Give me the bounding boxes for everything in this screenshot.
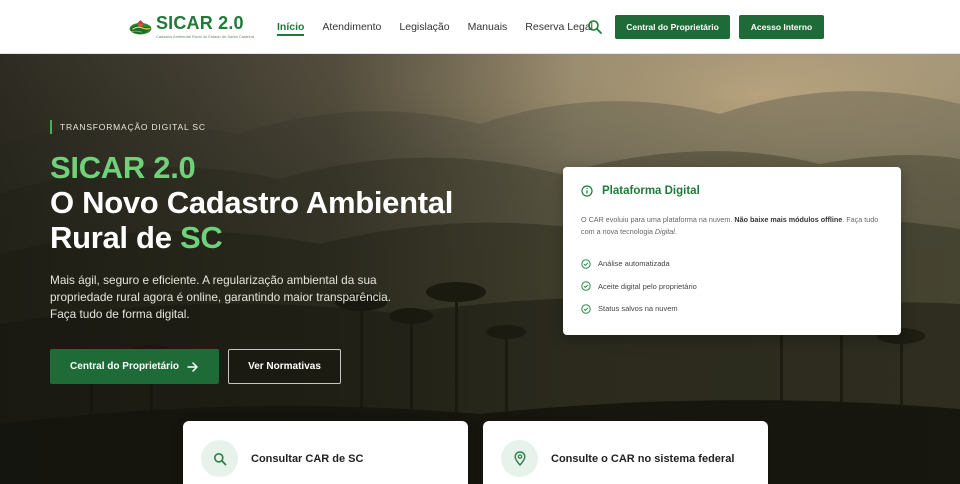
hero-eyebrow: TRANSFORMAÇÃO DIGITAL SC	[50, 120, 206, 134]
list-item: Análise automatizada	[581, 258, 697, 269]
check-circle-icon	[581, 258, 591, 269]
map-pin-icon	[513, 451, 526, 466]
check-circle-icon	[581, 303, 591, 314]
list-item: Aceite digital pelo proprietário	[581, 281, 697, 292]
search-icon	[213, 452, 226, 465]
hero-title-line1: SICAR 2.0	[50, 150, 196, 185]
logo-subtitle: Cadastro Ambiental Rural do Estado de Sa…	[155, 34, 254, 39]
hero-title-line3-accent: SC	[179, 220, 223, 255]
site-header: SICAR 2.0 Cadastro Ambiental Rural do Es…	[0, 0, 960, 54]
plataforma-digital-description: O CAR evoluiu para uma plataforma na nuv…	[581, 215, 879, 236]
check-circle-icon	[581, 281, 591, 291]
hero-cta-primary-label: Central do Proprietário	[70, 361, 179, 372]
consultar-car-federal-card[interactable]: Consulte o CAR no sistema federal	[483, 421, 768, 484]
consultar-car-sc-card[interactable]: Consultar CAR de SC	[183, 421, 468, 484]
hero-section: TRANSFORMAÇÃO DIGITAL SC SICAR 2.0 O Nov…	[0, 54, 960, 484]
main-nav: Início Atendimento Legislação Manuais Re…	[277, 0, 611, 54]
info-icon	[581, 185, 593, 197]
arrow-right-icon	[187, 361, 198, 372]
central-proprietario-button[interactable]: Central do Proprietário	[615, 15, 730, 39]
logo[interactable]: SICAR 2.0 Cadastro Ambiental Rural do Es…	[129, 11, 254, 43]
hero-title: SICAR 2.0 O Novo Cadastro Ambiental Rura…	[50, 150, 520, 255]
acesso-interno-button[interactable]: Acesso Interno	[739, 15, 824, 39]
hero-title-line3-prefix: Rural de	[50, 220, 180, 255]
list-item: Status salvos na nuvem	[581, 303, 697, 314]
consultar-car-sc-label: Consultar CAR de SC	[251, 453, 364, 465]
hero-description: Mais ágil, seguro e eficiente. A regular…	[50, 273, 392, 321]
hero-title-line2: O Novo Cadastro Ambiental	[50, 185, 454, 220]
plataforma-digital-title: Plataforma Digital	[602, 185, 700, 197]
nav-inicio[interactable]: Início	[277, 0, 305, 54]
logo-title: SICAR 2.0	[155, 13, 244, 33]
hero-central-proprietario-button[interactable]: Central do Proprietário	[50, 349, 219, 384]
nav-manuais[interactable]: Manuais	[468, 0, 508, 54]
consultar-car-federal-label: Consulte o CAR no sistema federal	[551, 453, 735, 465]
card-icon-badge	[201, 440, 238, 477]
logo-mark-icon	[129, 20, 152, 35]
nav-reserva-legal[interactable]: Reserva Legal	[525, 0, 593, 54]
nav-legislacao[interactable]: Legislação	[399, 0, 449, 54]
plataforma-features-list: Análise automatizada Aceite digital pelo…	[581, 258, 697, 326]
card-icon-badge	[501, 440, 538, 477]
ver-normativas-button[interactable]: Ver Normativas	[228, 349, 341, 384]
search-icon[interactable]	[587, 19, 603, 35]
nav-atendimento[interactable]: Atendimento	[322, 0, 381, 54]
plataforma-digital-card: Plataforma Digital O CAR evoluiu para um…	[563, 167, 901, 335]
